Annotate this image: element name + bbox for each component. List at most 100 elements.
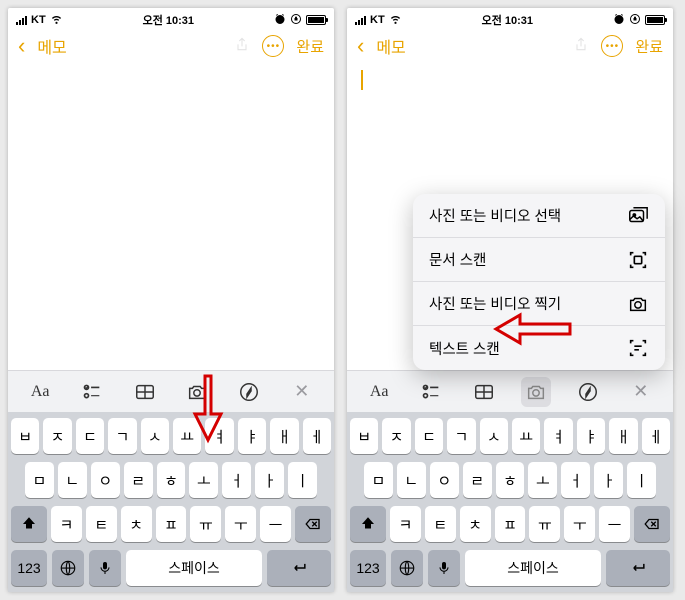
key-ㅈ[interactable]: ㅈ <box>43 418 71 454</box>
camera-button[interactable] <box>521 377 551 407</box>
table-button[interactable] <box>469 377 499 407</box>
popup-item-label: 텍스트 스캔 <box>429 338 500 359</box>
done-button[interactable]: 완료 <box>635 36 663 57</box>
key-ㅠ[interactable]: ㅠ <box>529 506 560 542</box>
back-button[interactable]: ‹ 메모 <box>357 34 406 58</box>
key-ㅎ[interactable]: ㅎ <box>157 462 186 498</box>
key-ㅁ[interactable]: ㅁ <box>364 462 393 498</box>
key-ㅁ[interactable]: ㅁ <box>25 462 54 498</box>
key-ㅓ[interactable]: ㅓ <box>222 462 251 498</box>
mic-key[interactable] <box>89 550 121 586</box>
camera-button[interactable] <box>182 377 212 407</box>
key-ㅐ[interactable]: ㅐ <box>609 418 637 454</box>
mic-key[interactable] <box>428 550 460 586</box>
back-label: 메모 <box>376 34 405 58</box>
checklist-button[interactable] <box>77 377 107 407</box>
key-ㅣ[interactable]: ㅣ <box>627 462 656 498</box>
key-ㄹ[interactable]: ㄹ <box>463 462 492 498</box>
done-button[interactable]: 완료 <box>296 36 324 57</box>
key-ㅈ[interactable]: ㅈ <box>382 418 410 454</box>
key-ㄴ[interactable]: ㄴ <box>58 462 87 498</box>
key-ㅗ[interactable]: ㅗ <box>528 462 557 498</box>
key-ㅛ[interactable]: ㅛ <box>512 418 540 454</box>
key-ㅓ[interactable]: ㅓ <box>561 462 590 498</box>
share-button[interactable] <box>234 35 250 58</box>
key-ㅐ[interactable]: ㅐ <box>270 418 298 454</box>
checklist-button[interactable] <box>416 377 446 407</box>
popup-item-scan-document[interactable]: 문서 스캔 <box>413 238 665 282</box>
key-ㅊ[interactable]: ㅊ <box>121 506 152 542</box>
format-toolbar: Aa ✕ <box>347 370 673 412</box>
key-ㅔ[interactable]: ㅔ <box>303 418 331 454</box>
popup-item-choose-photo[interactable]: 사진 또는 비디오 선택 <box>413 194 665 238</box>
table-button[interactable] <box>130 377 160 407</box>
backspace-key[interactable] <box>634 506 670 542</box>
return-key[interactable] <box>606 550 670 586</box>
key-ㅍ[interactable]: ㅍ <box>495 506 526 542</box>
key-ㅡ[interactable]: ㅡ <box>599 506 630 542</box>
key-ㅎ[interactable]: ㅎ <box>496 462 525 498</box>
back-button[interactable]: ‹ 메모 <box>18 34 67 58</box>
key-ㅑ[interactable]: ㅑ <box>238 418 266 454</box>
key-ㄴ[interactable]: ㄴ <box>397 462 426 498</box>
key-ㅣ[interactable]: ㅣ <box>288 462 317 498</box>
popup-item-take-photo[interactable]: 사진 또는 비디오 찍기 <box>413 282 665 326</box>
note-content[interactable]: 사진 또는 비디오 선택 문서 스캔 사진 또는 비디오 찍기 텍스트 스캔 <box>347 64 673 370</box>
numbers-key[interactable]: 123 <box>11 550 47 586</box>
key-ㅅ[interactable]: ㅅ <box>480 418 508 454</box>
popup-item-scan-text[interactable]: 텍스트 스캔 <box>413 326 665 370</box>
note-content[interactable] <box>8 64 334 370</box>
key-ㅌ[interactable]: ㅌ <box>425 506 456 542</box>
key-ㅇ[interactable]: ㅇ <box>430 462 459 498</box>
key-ㅗ[interactable]: ㅗ <box>189 462 218 498</box>
markup-button[interactable] <box>234 377 264 407</box>
backspace-key[interactable] <box>295 506 331 542</box>
key-ㄷ[interactable]: ㄷ <box>415 418 443 454</box>
more-button[interactable]: ••• <box>262 35 284 57</box>
key-ㅜ[interactable]: ㅜ <box>225 506 256 542</box>
key-ㄱ[interactable]: ㄱ <box>108 418 136 454</box>
space-key[interactable]: 스페이스 <box>465 550 601 586</box>
key-ㅏ[interactable]: ㅏ <box>255 462 284 498</box>
key-ㅋ[interactable]: ㅋ <box>390 506 421 542</box>
key-ㅛ[interactable]: ㅛ <box>173 418 201 454</box>
key-ㅌ[interactable]: ㅌ <box>86 506 117 542</box>
share-button[interactable] <box>573 35 589 58</box>
text-style-button[interactable]: Aa <box>25 377 55 407</box>
key-ㅋ[interactable]: ㅋ <box>51 506 82 542</box>
globe-key[interactable] <box>52 550 84 586</box>
key-ㅕ[interactable]: ㅕ <box>205 418 233 454</box>
scan-document-icon <box>627 249 649 271</box>
key-ㅂ[interactable]: ㅂ <box>11 418 39 454</box>
more-button[interactable]: ••• <box>601 35 623 57</box>
keyboard: ㅂㅈㄷㄱㅅㅛㅕㅑㅐㅔ ㅁㄴㅇㄹㅎㅗㅓㅏㅣ ㅋㅌㅊㅍㅠㅜㅡ 123 스페이스 <box>8 412 334 592</box>
globe-key[interactable] <box>391 550 423 586</box>
key-ㄷ[interactable]: ㄷ <box>76 418 104 454</box>
key-ㅅ[interactable]: ㅅ <box>141 418 169 454</box>
key-ㅑ[interactable]: ㅑ <box>577 418 605 454</box>
return-key[interactable] <box>267 550 331 586</box>
key-ㅠ[interactable]: ㅠ <box>190 506 221 542</box>
markup-button[interactable] <box>573 377 603 407</box>
key-ㅂ[interactable]: ㅂ <box>350 418 378 454</box>
key-ㄱ[interactable]: ㄱ <box>447 418 475 454</box>
phone-right: KT 오전 10:31 ‹ 메모 ••• 완료 <box>347 8 673 592</box>
key-ㄹ[interactable]: ㄹ <box>124 462 153 498</box>
shift-key[interactable] <box>350 506 386 542</box>
text-style-button[interactable]: Aa <box>364 377 394 407</box>
key-ㅕ[interactable]: ㅕ <box>544 418 572 454</box>
wifi-icon <box>50 12 63 28</box>
key-ㅜ[interactable]: ㅜ <box>564 506 595 542</box>
numbers-key[interactable]: 123 <box>350 550 386 586</box>
key-ㅇ[interactable]: ㅇ <box>91 462 120 498</box>
key-ㅍ[interactable]: ㅍ <box>156 506 187 542</box>
key-ㅡ[interactable]: ㅡ <box>260 506 291 542</box>
shift-key[interactable] <box>11 506 47 542</box>
key-ㅔ[interactable]: ㅔ <box>642 418 670 454</box>
key-ㅏ[interactable]: ㅏ <box>594 462 623 498</box>
keyboard-row-3: ㅋㅌㅊㅍㅠㅜㅡ <box>350 506 670 542</box>
close-keyboard-button[interactable]: ✕ <box>626 377 656 407</box>
key-ㅊ[interactable]: ㅊ <box>460 506 491 542</box>
space-key[interactable]: 스페이스 <box>126 550 262 586</box>
close-keyboard-button[interactable]: ✕ <box>287 377 317 407</box>
